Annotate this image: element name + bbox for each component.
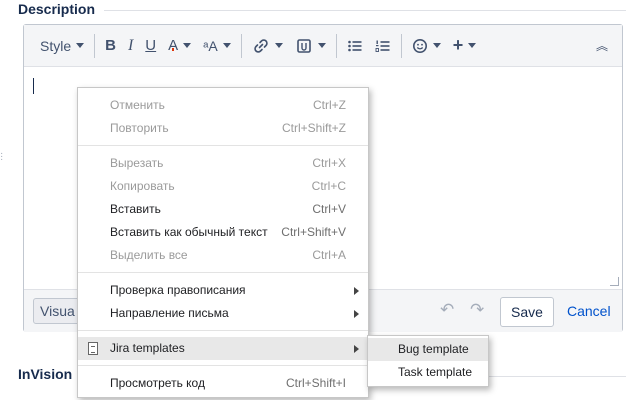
chevron-down-icon: [432, 43, 441, 48]
attachment-dropdown[interactable]: [289, 32, 332, 60]
menu-separator: [78, 330, 368, 331]
chevron-right-icon: [354, 287, 359, 295]
text-color-swatch: [172, 48, 175, 51]
editor-toolbar: Style B I U A ᵃA + ︽: [24, 25, 622, 67]
style-dropdown[interactable]: Style: [34, 32, 90, 60]
menu-item-redo[interactable]: Повторить Ctrl+Shift+Z: [78, 117, 368, 140]
double-chevron-up-icon: ︽: [595, 39, 608, 53]
menu-item-shortcut: Ctrl+Shift+Z: [281, 121, 346, 135]
save-button[interactable]: Save: [500, 297, 554, 327]
menu-item-label: Вырезать: [110, 156, 164, 170]
menu-item-select-all[interactable]: Выделить все Ctrl+A: [78, 244, 368, 267]
toolbar-separator: [335, 33, 337, 58]
menu-item-label: Вставить: [110, 202, 161, 216]
menu-item-shortcut: Ctrl+A: [312, 248, 346, 262]
numbered-list-button[interactable]: [369, 32, 397, 60]
text-color-dropdown[interactable]: A: [162, 32, 197, 60]
document-icon: [88, 342, 98, 355]
invision-heading: InVision: [18, 366, 73, 382]
menu-item-label: Проверка правописания: [110, 283, 246, 297]
chevron-down-icon: [468, 43, 477, 48]
menu-item-jira-templates[interactable]: Jira templates: [78, 337, 368, 360]
section-divider: [104, 10, 626, 11]
emoji-icon: [412, 38, 427, 53]
menu-item-shortcut: Ctrl+V: [312, 202, 346, 216]
text-cursor: [33, 78, 34, 94]
insert-more-dropdown[interactable]: +: [447, 32, 483, 60]
bullet-list-button[interactable]: [341, 32, 369, 60]
redo-icon[interactable]: ↷: [470, 300, 484, 320]
attachment-icon: [296, 38, 311, 53]
jira-templates-submenu: Bug template Task template: [367, 335, 489, 387]
menu-item-label: Выделить все: [110, 248, 188, 262]
plus-icon: +: [452, 35, 464, 55]
undo-icon[interactable]: ↶: [440, 300, 454, 320]
toolbar-separator: [240, 33, 242, 58]
chevron-down-icon: [317, 43, 326, 48]
text-size-icon: ᵃA: [203, 37, 218, 54]
menu-item-undo[interactable]: Отменить Ctrl+Z: [78, 94, 368, 117]
menu-separator: [78, 145, 368, 146]
menu-item-spellcheck[interactable]: Проверка правописания: [78, 279, 368, 302]
chevron-down-icon: [183, 43, 192, 48]
resize-handle-icon[interactable]: [610, 277, 619, 286]
menu-item-label: Направление письма: [110, 306, 229, 320]
emoji-dropdown[interactable]: [406, 32, 447, 60]
chevron-down-icon: [76, 43, 85, 48]
text-color-icon: A: [168, 37, 178, 54]
submenu-item-bug-template[interactable]: Bug template: [368, 338, 488, 361]
underline-button[interactable]: U: [139, 32, 162, 60]
menu-item-copy[interactable]: Копировать Ctrl+C: [78, 175, 368, 198]
menu-item-view-source[interactable]: Просмотреть код Ctrl+Shift+I: [78, 372, 368, 395]
text-color-letter: A: [168, 37, 179, 54]
menu-item-paste-plain[interactable]: Вставить как обычный текст Ctrl+Shift+V: [78, 221, 368, 244]
numbered-list-icon: [375, 40, 390, 52]
menu-item-label: Копировать: [110, 179, 175, 193]
chevron-right-icon: [354, 310, 359, 318]
menu-separator: [78, 272, 368, 273]
description-heading: Description: [18, 1, 96, 17]
toolbar-separator: [400, 33, 402, 58]
menu-item-label: Отменить: [110, 98, 165, 112]
drag-handle-icon[interactable]: · · ·: [0, 149, 4, 165]
menu-item-label: Вставить как обычный текст: [110, 225, 268, 239]
menu-item-shortcut: Ctrl+Z: [313, 98, 346, 112]
chevron-down-icon: [274, 43, 283, 48]
menu-item-label: Jira templates: [110, 341, 185, 355]
bullet-list-icon: [347, 40, 362, 51]
menu-item-shortcut: Ctrl+Shift+I: [285, 376, 346, 390]
menu-item-shortcut: Ctrl+Shift+V: [281, 225, 346, 239]
bold-button[interactable]: B: [99, 32, 122, 60]
menu-item-paste[interactable]: Вставить Ctrl+V: [78, 198, 368, 221]
text-size-dropdown[interactable]: ᵃA: [197, 32, 237, 60]
chevron-down-icon: [222, 43, 231, 48]
visual-mode-tab[interactable]: Visua: [33, 298, 82, 324]
menu-item-writing-direction[interactable]: Направление письма: [78, 302, 368, 325]
menu-item-shortcut: Ctrl+X: [312, 156, 346, 170]
context-menu: Отменить Ctrl+Z Повторить Ctrl+Shift+Z В…: [77, 87, 369, 398]
submenu-item-task-template[interactable]: Task template: [368, 361, 488, 384]
cancel-button[interactable]: Cancel: [567, 303, 611, 319]
toolbar-separator: [94, 33, 96, 58]
link-dropdown[interactable]: [246, 32, 289, 60]
chevron-right-icon: [354, 345, 359, 353]
menu-separator: [78, 365, 368, 366]
menu-item-shortcut: Ctrl+C: [311, 179, 346, 193]
style-dropdown-label: Style: [40, 37, 72, 54]
italic-button[interactable]: I: [122, 32, 139, 60]
menu-item-cut[interactable]: Вырезать Ctrl+X: [78, 152, 368, 175]
collapse-toolbar-button[interactable]: ︽: [590, 32, 614, 60]
link-icon: [253, 38, 268, 53]
menu-item-label: Повторить: [110, 121, 169, 135]
menu-item-label: Просмотреть код: [110, 376, 205, 390]
